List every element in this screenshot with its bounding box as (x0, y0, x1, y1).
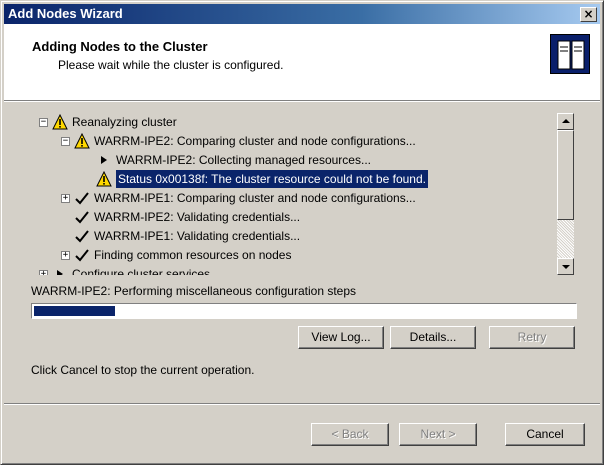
tree-item-label: Status 0x00138f: The cluster resource co… (116, 170, 428, 188)
expand-icon[interactable]: + (61, 251, 70, 260)
header-divider (4, 100, 600, 102)
tree-item-label: WARRM-IPE2: Collecting managed resources… (116, 153, 371, 167)
arrow-up-icon (562, 119, 570, 123)
warning-icon (74, 132, 90, 149)
tree-item-label: Reanalyzing cluster (72, 115, 177, 129)
tree-item[interactable]: Status 0x00138f: The cluster resource co… (31, 170, 559, 188)
cancel-instructions: Click Cancel to stop the current operati… (31, 363, 255, 377)
tree-item[interactable]: − Reanalyzing cluster (31, 113, 559, 131)
tree-scrollbar[interactable] (557, 113, 574, 275)
warning-icon (96, 170, 112, 187)
tree-item-label: WARRM-IPE2: Validating credentials... (94, 210, 301, 224)
close-icon: × (583, 7, 594, 21)
progress-fill (34, 306, 115, 316)
play-arrow-icon (52, 266, 68, 275)
tree-item[interactable]: WARRM-IPE1: Validating credentials... (31, 227, 559, 245)
checkmark-icon (74, 228, 90, 244)
scroll-up-button[interactable] (557, 113, 574, 130)
tree-item[interactable]: WARRM-IPE2: Collecting managed resources… (31, 151, 559, 169)
checkmark-icon (74, 209, 90, 225)
checkmark-icon (74, 247, 90, 263)
cluster-servers-icon (550, 34, 590, 74)
tree-item-label: WARRM-IPE2: Comparing cluster and node c… (94, 134, 416, 148)
tree-item[interactable]: + Configure cluster services (31, 265, 559, 275)
expand-icon[interactable]: + (61, 194, 70, 203)
page-title: Adding Nodes to the Cluster (32, 39, 208, 54)
collapse-icon[interactable]: − (61, 137, 70, 146)
progress-tree[interactable]: − Reanalyzing cluster − WARRM-IPE2: Compari… (31, 109, 579, 275)
tree-item[interactable]: + WARRM-IPE1: Comparing cluster and node … (31, 189, 559, 207)
tree-view[interactable]: − Reanalyzing cluster − WARRM-IPE2: Compari… (31, 109, 559, 275)
tree-item[interactable]: + Finding common resources on nodes (31, 246, 559, 264)
cancel-button[interactable]: Cancel (505, 423, 585, 446)
title-bar[interactable]: Add Nodes Wizard × (4, 4, 600, 24)
play-arrow-icon (96, 152, 112, 168)
collapse-icon[interactable]: − (39, 118, 48, 127)
progress-bar (31, 303, 577, 319)
wizard-header: Adding Nodes to the Cluster Please wait … (4, 24, 600, 100)
checkmark-icon (74, 190, 90, 206)
footer-divider (4, 403, 600, 405)
progress-status: WARRM-IPE2: Performing miscellaneous con… (31, 284, 357, 298)
tree-item[interactable]: − WARRM-IPE2: Comparing cluster and node … (31, 132, 559, 150)
retry-button[interactable]: Retry (489, 326, 575, 349)
tree-item-label: Finding common resources on nodes (94, 248, 292, 262)
view-log-button[interactable]: View Log... (298, 326, 384, 349)
tree-item-label: WARRM-IPE1: Validating credentials... (94, 229, 301, 243)
tree-item-label: WARRM-IPE1: Comparing cluster and node c… (94, 191, 416, 205)
back-button[interactable]: < Back (311, 423, 389, 446)
expand-icon[interactable]: + (39, 270, 48, 275)
tree-item[interactable]: WARRM-IPE2: Validating credentials... (31, 208, 559, 226)
details-button[interactable]: Details... (390, 326, 476, 349)
next-button[interactable]: Next > (399, 423, 477, 446)
close-button[interactable]: × (580, 7, 597, 22)
arrow-down-icon (562, 265, 570, 269)
scroll-thumb[interactable] (557, 130, 574, 220)
warning-icon (52, 113, 68, 130)
window-title: Add Nodes Wizard (8, 6, 123, 21)
wizard-window: Add Nodes Wizard × Adding Nodes to the C… (0, 0, 604, 465)
page-subtitle: Please wait while the cluster is configu… (58, 58, 284, 72)
tree-item-label: Configure cluster services (72, 267, 211, 275)
scroll-down-button[interactable] (557, 258, 574, 275)
